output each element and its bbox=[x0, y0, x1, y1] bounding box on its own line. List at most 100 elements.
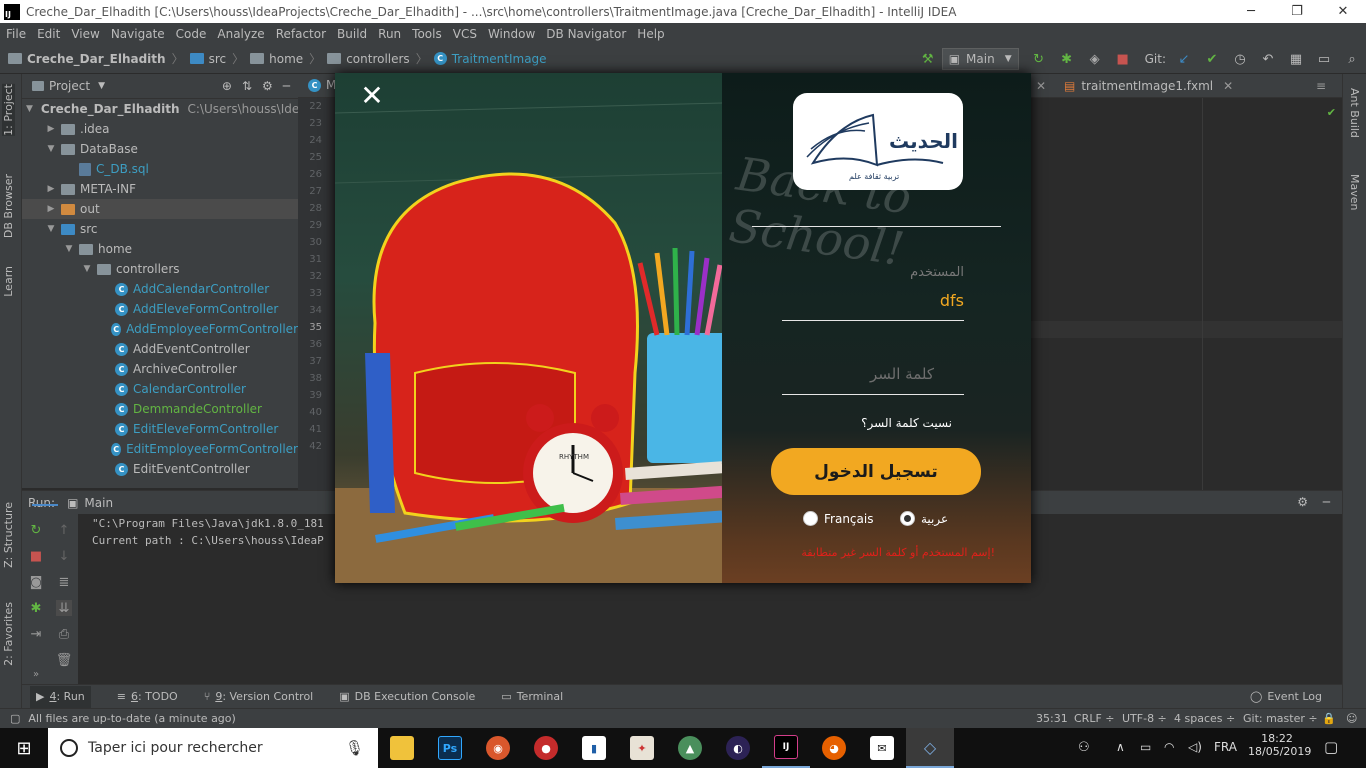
indent-setting[interactable]: 4 spaces ÷ bbox=[1174, 712, 1235, 725]
password-input[interactable]: كلمة السر bbox=[782, 365, 934, 383]
project-panel-title[interactable]: Project bbox=[49, 79, 90, 93]
windows-start-button[interactable]: ⊞ bbox=[0, 728, 48, 768]
menu-code[interactable]: Code bbox=[176, 27, 207, 41]
coverage-icon[interactable]: ◈ bbox=[1087, 51, 1103, 67]
gear-icon[interactable]: ⚙ bbox=[262, 79, 273, 93]
menu-help[interactable]: Help bbox=[637, 27, 664, 41]
tree-item[interactable]: C AddCalendarController bbox=[22, 279, 298, 299]
project-structure-icon[interactable]: ▦ bbox=[1288, 51, 1304, 67]
taskbar-android-studio[interactable]: ▲ bbox=[666, 728, 714, 768]
taskbar-scene-builder[interactable]: ▮ bbox=[570, 728, 618, 768]
rerun-icon[interactable]: ↻ bbox=[28, 522, 44, 538]
notification-icon[interactable]: ▢ bbox=[1324, 738, 1338, 756]
debug-bug-icon[interactable]: ✱ bbox=[1059, 51, 1075, 67]
taskbar-mail[interactable]: ✉ bbox=[858, 728, 906, 768]
favorites-tool-tab[interactable]: 2: Favorites bbox=[2, 602, 15, 666]
menu-edit[interactable]: Edit bbox=[37, 27, 60, 41]
camera-icon[interactable]: ◙ bbox=[28, 574, 44, 590]
taskbar-eclipse[interactable]: ◐ bbox=[714, 728, 762, 768]
chevron-down-icon[interactable]: ▼ bbox=[80, 264, 94, 274]
close-window-button[interactable]: ✕ bbox=[1320, 0, 1366, 23]
chevron-down-icon[interactable]: ▼ bbox=[62, 244, 76, 254]
breadcrumb-project[interactable]: Creche_Dar_Elhadith 〉 bbox=[8, 50, 184, 67]
tree-item[interactable]: C ArchiveController bbox=[22, 359, 298, 379]
structure-tool-tab[interactable]: Z: Structure bbox=[2, 502, 15, 568]
tree-item[interactable]: ▶ .idea bbox=[22, 119, 298, 139]
tool-tab-version-control[interactable]: ⑂ 9: Version Control bbox=[204, 690, 314, 703]
menu-navigate[interactable]: Navigate bbox=[111, 27, 165, 41]
rerun-icon[interactable]: ↻ bbox=[1031, 51, 1047, 67]
down-arrow-icon[interactable]: ↓ bbox=[56, 548, 72, 564]
username-input[interactable]: dfs bbox=[782, 291, 964, 310]
tray-chevron-up-icon[interactable]: ∧ bbox=[1116, 740, 1125, 754]
trash-icon[interactable]: 🗑 bbox=[56, 652, 73, 668]
tree-item[interactable]: C AddEmployeeFormController bbox=[22, 319, 298, 339]
login-button[interactable]: تسجيل الدخول bbox=[771, 448, 981, 495]
breadcrumb-home[interactable]: home 〉 bbox=[250, 50, 321, 67]
tree-item[interactable]: C EditEventController bbox=[22, 459, 298, 479]
db-browser-tool-tab[interactable]: DB Browser bbox=[2, 174, 15, 238]
exit-icon[interactable]: ⇥ bbox=[28, 626, 44, 642]
run-tab-main[interactable]: Main bbox=[84, 496, 113, 510]
window-layout-icon[interactable]: ▭ bbox=[1316, 51, 1332, 67]
menu-run[interactable]: Run bbox=[378, 27, 401, 41]
editor-tab-fxml[interactable]: ▤ traitmentImage1.fxml ✕ bbox=[1064, 79, 1233, 93]
project-tool-tab[interactable]: 1: Project bbox=[2, 84, 15, 136]
tree-item[interactable]: C EditEmployeeFormController bbox=[22, 439, 298, 459]
status-toggle-icon[interactable]: ▢ bbox=[10, 712, 20, 725]
chevron-down-icon[interactable]: ▼ bbox=[44, 144, 58, 154]
taskbar-java-app[interactable]: ◇ bbox=[906, 728, 954, 768]
menu-build[interactable]: Build bbox=[337, 27, 367, 41]
lock-icon[interactable]: 🔒 bbox=[1322, 712, 1336, 725]
editor-tab-main[interactable]: CM bbox=[308, 78, 336, 92]
print-icon[interactable]: ⎙ bbox=[56, 626, 72, 642]
tree-item[interactable]: C CalendarController bbox=[22, 379, 298, 399]
tool-tab-event-log[interactable]: ◯ Event Log bbox=[1250, 690, 1322, 703]
menu-view[interactable]: View bbox=[71, 27, 99, 41]
people-icon[interactable]: ⚇ bbox=[1078, 740, 1090, 755]
taskbar-popcorn[interactable]: ✦ bbox=[618, 728, 666, 768]
input-language[interactable]: FRA bbox=[1214, 740, 1237, 754]
taskbar-file-explorer[interactable] bbox=[378, 728, 426, 768]
locate-icon[interactable]: ⊕ bbox=[222, 79, 232, 93]
chevron-down-icon[interactable]: ▼ bbox=[44, 224, 58, 234]
search-everywhere-icon[interactable]: ⌕ bbox=[1344, 51, 1360, 67]
hide-panel-icon[interactable]: ─ bbox=[1323, 495, 1330, 509]
chevron-right-icon[interactable]: ▶ bbox=[44, 124, 58, 134]
soft-wrap-icon[interactable]: ≣ bbox=[56, 574, 72, 590]
microphone-icon[interactable]: 🎙 bbox=[345, 739, 364, 757]
caret-position[interactable]: 35:31 bbox=[1036, 712, 1068, 725]
menu-analyze[interactable]: Analyze bbox=[217, 27, 264, 41]
taskbar-recorder[interactable]: ● bbox=[522, 728, 570, 768]
menu-file[interactable]: File bbox=[6, 27, 26, 41]
line-separator[interactable]: CRLF ÷ bbox=[1074, 712, 1115, 725]
menu-db-navigator[interactable]: DB Navigator bbox=[546, 27, 626, 41]
tree-item[interactable]: C_DB.sql bbox=[22, 159, 298, 179]
taskbar-search-input[interactable]: Taper ici pour rechercher 🎙 bbox=[48, 728, 378, 768]
close-tab-icon[interactable]: ✕ bbox=[1223, 79, 1233, 93]
maximize-button[interactable]: ❐ bbox=[1274, 0, 1320, 23]
tool-tab-db-console[interactable]: ▣ DB Execution Console bbox=[339, 690, 475, 703]
tree-item[interactable]: ▼ controllers bbox=[22, 259, 298, 279]
menu-tools[interactable]: Tools bbox=[412, 27, 442, 41]
file-encoding[interactable]: UTF-8 ÷ bbox=[1122, 712, 1167, 725]
battery-icon[interactable]: ▭ bbox=[1140, 740, 1151, 754]
learn-tool-tab[interactable]: Learn bbox=[2, 266, 15, 297]
taskbar-owl-app[interactable]: ◉ bbox=[474, 728, 522, 768]
forgot-password-link[interactable]: نسيت كلمة السر؟ bbox=[822, 416, 952, 430]
tool-tab-run[interactable]: ▶ 4: Run bbox=[30, 685, 91, 708]
gear-icon[interactable]: ⚙ bbox=[1297, 495, 1308, 509]
tree-item[interactable]: ▼ src bbox=[22, 219, 298, 239]
git-update-icon[interactable]: ↙ bbox=[1176, 51, 1192, 67]
taskbar-clock[interactable]: 18:22 18/05/2019 bbox=[1248, 732, 1311, 758]
volume-icon[interactable]: ◁) bbox=[1188, 740, 1202, 754]
radio-french[interactable]: Français bbox=[803, 511, 873, 526]
taskbar-firefox[interactable]: ◕ bbox=[810, 728, 858, 768]
stop-icon[interactable]: ■ bbox=[28, 548, 44, 564]
scroll-to-end-icon[interactable]: ⇊ bbox=[56, 600, 72, 616]
chevron-down-icon[interactable]: ▼ bbox=[26, 104, 33, 114]
build-hammer-icon[interactable]: ⚒ bbox=[920, 51, 936, 67]
breadcrumb-class[interactable]: C TraitmentImage bbox=[433, 52, 547, 66]
more-icon[interactable]: » bbox=[28, 666, 44, 682]
tree-item[interactable]: C EditEleveFormController bbox=[22, 419, 298, 439]
